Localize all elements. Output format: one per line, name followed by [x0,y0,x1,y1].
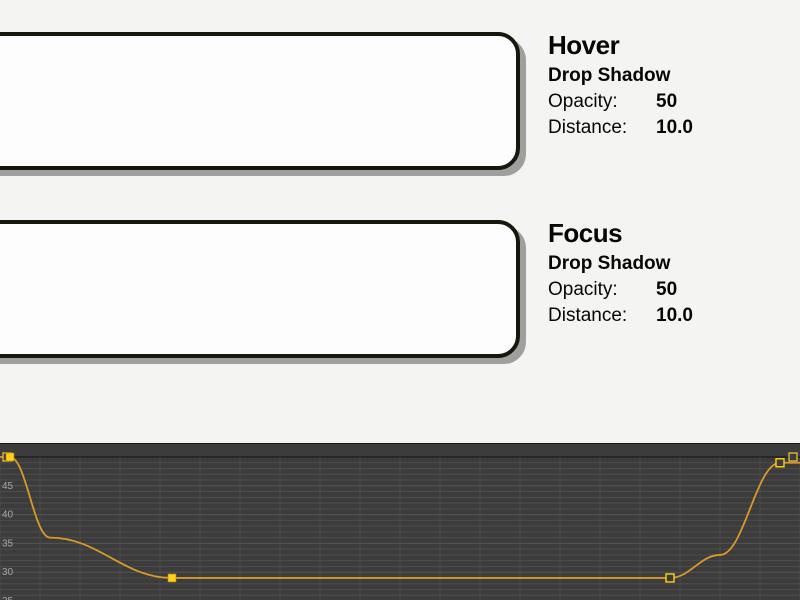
hover-distance-row: Distance: 10.0 [548,117,788,139]
y-tick-label: 40 [2,510,14,521]
hover-properties: Hover Drop Shadow Opacity: 50 Distance: … [548,30,788,139]
label-distance: Distance: [548,117,656,139]
y-tick-label: 25 [2,596,14,600]
keyframe-handle[interactable] [666,574,674,582]
graph-editor-panel[interactable]: 504540353025 [0,443,800,600]
focus-opacity-row: Opacity: 50 [548,279,788,301]
value-opacity[interactable]: 50 [656,279,677,301]
range-marker-right[interactable] [789,453,797,461]
effect-title-focus: Drop Shadow [548,253,788,275]
effect-title-hover: Drop Shadow [548,65,788,87]
value-distance[interactable]: 10.0 [656,117,693,139]
state-title-focus: Focus [548,218,788,249]
graph-editor-canvas[interactable]: 504540353025 [0,444,800,600]
hover-opacity-row: Opacity: 50 [548,91,788,113]
label-opacity: Opacity: [548,91,656,113]
state-title-hover: Hover [548,30,788,61]
y-tick-label: 30 [2,567,14,578]
keyframe-handle[interactable] [168,574,176,582]
y-tick-label: 45 [2,481,14,492]
keyframe-handle[interactable] [6,453,14,461]
focus-swatch [0,220,520,358]
focus-properties: Focus Drop Shadow Opacity: 50 Distance: … [548,218,788,327]
y-tick-label: 35 [2,538,14,549]
hover-swatch [0,32,520,170]
value-opacity[interactable]: 50 [656,91,677,113]
focus-distance-row: Distance: 10.0 [548,305,788,327]
value-distance[interactable]: 10.0 [656,305,693,327]
label-opacity: Opacity: [548,279,656,301]
label-distance: Distance: [548,305,656,327]
keyframe-handle[interactable] [776,459,784,467]
